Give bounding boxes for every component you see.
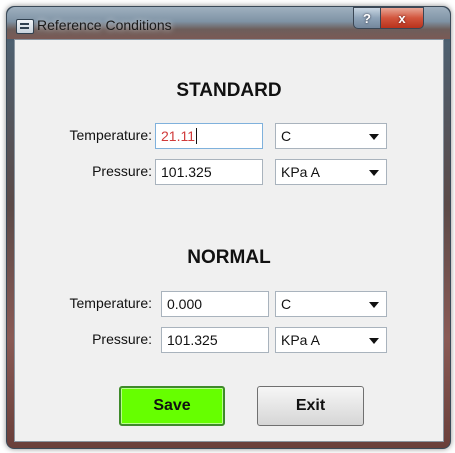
chevron-down-icon xyxy=(369,338,379,344)
normal-heading: NORMAL xyxy=(187,247,271,268)
standard-temperature-unit-value: C xyxy=(281,128,292,144)
standard-pressure-value: 101.325 xyxy=(161,164,212,180)
normal-temperature-input[interactable]: 0.000 xyxy=(161,291,269,317)
standard-pressure-input[interactable]: 101.325 xyxy=(155,159,263,185)
save-button-label: Save xyxy=(153,397,191,414)
help-button[interactable]: ? xyxy=(353,7,381,29)
dialog-window: Reference Conditions ? x STANDARD Temper… xyxy=(6,6,451,449)
normal-temperature-value: 0.000 xyxy=(167,296,203,312)
app-window-icon xyxy=(16,19,34,34)
window-title: Reference Conditions xyxy=(37,17,172,33)
standard-temperature-unit-select[interactable]: C xyxy=(275,123,387,149)
normal-temperature-unit-value: C xyxy=(281,296,292,312)
standard-temperature-value: 21.11 xyxy=(161,128,195,144)
help-icon: ? xyxy=(363,10,371,26)
standard-heading: STANDARD xyxy=(176,80,282,101)
standard-pressure-unit-value: KPa A xyxy=(281,164,320,180)
title-bar[interactable]: Reference Conditions ? x xyxy=(7,7,450,39)
standard-pressure-label: Pressure: xyxy=(92,163,152,179)
standard-temperature-input[interactable]: 21.11 xyxy=(155,123,263,149)
chevron-down-icon xyxy=(369,302,379,308)
close-icon: x xyxy=(398,10,406,26)
standard-pressure-unit-select[interactable]: KPa A xyxy=(275,159,387,185)
normal-pressure-unit-select[interactable]: KPa A xyxy=(275,327,387,353)
normal-pressure-unit-value: KPa A xyxy=(281,332,320,348)
chevron-down-icon xyxy=(369,134,379,140)
normal-pressure-label: Pressure: xyxy=(92,331,152,347)
save-button[interactable]: Save xyxy=(119,386,225,426)
exit-button-label: Exit xyxy=(295,397,326,414)
dialog-content: STANDARD Temperature: 21.11 C Pressure: … xyxy=(14,39,444,442)
normal-pressure-value: 101.325 xyxy=(167,332,218,348)
standard-temperature-label: Temperature: xyxy=(69,127,152,143)
text-caret xyxy=(196,128,197,144)
chevron-down-icon xyxy=(369,170,379,176)
normal-pressure-input[interactable]: 101.325 xyxy=(161,327,269,353)
close-button[interactable]: x xyxy=(380,7,424,29)
normal-temperature-unit-select[interactable]: C xyxy=(275,291,387,317)
exit-button[interactable]: Exit xyxy=(257,386,364,426)
normal-temperature-label: Temperature: xyxy=(69,295,152,311)
